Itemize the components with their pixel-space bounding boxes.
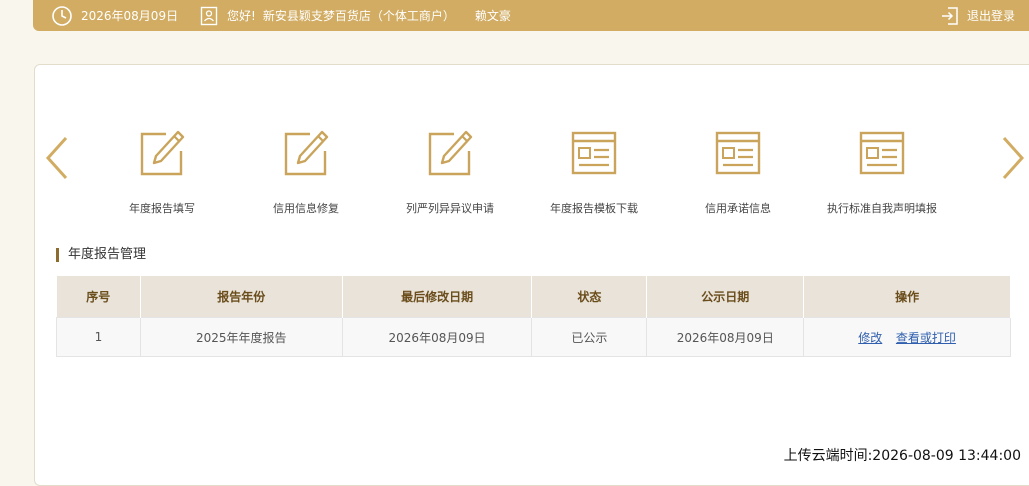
shortcut-template-download[interactable]: 年度报告模板下载 bbox=[519, 130, 669, 216]
shortcut-credit-repair[interactable]: 信用信息修复 bbox=[231, 130, 381, 216]
clock-icon bbox=[52, 5, 72, 26]
carousel-prev-button[interactable] bbox=[44, 135, 70, 181]
edit-link[interactable]: 修改 bbox=[858, 331, 882, 345]
user-info: 您好! 新安县颖支梦百货店（个体工商户） 赖文豪 bbox=[200, 0, 511, 31]
table-row: 1 2025年年度报告 2026年08月09日 已公示 2026年08月09日 … bbox=[56, 317, 1011, 357]
shortcut-objection-apply[interactable]: 列严列异异议申请 bbox=[375, 130, 525, 216]
cell-index: 1 bbox=[56, 317, 141, 357]
shortcut-standard-declaration[interactable]: 执行标准自我声明填报 bbox=[807, 130, 957, 216]
view-print-link[interactable]: 查看或打印 bbox=[896, 331, 956, 345]
cell-public-date: 2026年08月09日 bbox=[646, 317, 805, 357]
edit-icon bbox=[140, 130, 185, 176]
cell-status: 已公示 bbox=[531, 317, 648, 357]
shortcut-label: 列严列异异议申请 bbox=[406, 202, 494, 215]
shop-name: 新安县颖支梦百货店（个体工商户） bbox=[262, 9, 455, 23]
document-window-icon bbox=[859, 131, 905, 175]
column-header-actions: 操作 bbox=[803, 276, 1011, 318]
logout-button[interactable]: 退出登录 bbox=[940, 0, 1015, 31]
user-name: 赖文豪 bbox=[474, 9, 511, 23]
date-display: 2026年08月09日 bbox=[51, 0, 178, 31]
carousel-next-button[interactable] bbox=[1000, 135, 1026, 181]
column-header-modified: 最后修改日期 bbox=[342, 276, 533, 318]
shortcut-label: 年度报告填写 bbox=[129, 202, 195, 215]
logout-label: 退出登录 bbox=[967, 9, 1016, 23]
edit-icon bbox=[428, 130, 473, 176]
logout-icon bbox=[942, 6, 958, 25]
cell-modified: 2026年08月09日 bbox=[341, 317, 533, 357]
shortcut-credit-commitment[interactable]: 信用承诺信息 bbox=[663, 130, 813, 216]
cell-year: 2025年年度报告 bbox=[139, 317, 343, 357]
shortcut-label: 年度报告模板下载 bbox=[550, 202, 638, 215]
upload-time: 上传云端时间:2026-08-09 13:44:00 bbox=[783, 448, 1021, 464]
main-card bbox=[34, 64, 1029, 486]
document-window-icon bbox=[715, 131, 761, 175]
top-bar: 2026年08月09日 您好! 新安县颖支梦百货店（个体工商户） 赖文豪 退出登… bbox=[33, 0, 1029, 31]
shortcut-label: 信用信息修复 bbox=[273, 202, 339, 215]
shortcut-label: 信用承诺信息 bbox=[705, 202, 771, 215]
table-header-row: 序号 报告年份 最后修改日期 状态 公示日期 操作 bbox=[56, 276, 1011, 318]
edit-icon bbox=[284, 130, 329, 176]
annual-report-table: 序号 报告年份 最后修改日期 状态 公示日期 操作 1 2025年年度报告 20… bbox=[56, 276, 1011, 357]
shortcut-label: 执行标准自我声明填报 bbox=[827, 202, 937, 215]
column-header-index: 序号 bbox=[56, 276, 141, 318]
cell-actions: 修改 查看或打印 bbox=[803, 317, 1011, 357]
greeting: 您好! bbox=[227, 9, 256, 23]
user-card-icon bbox=[200, 6, 218, 25]
column-header-public-date: 公示日期 bbox=[646, 276, 805, 318]
section-title: 年度报告管理 bbox=[56, 248, 146, 262]
column-header-status: 状态 bbox=[531, 276, 648, 318]
document-window-icon bbox=[571, 131, 617, 175]
shortcut-annual-report-fill[interactable]: 年度报告填写 bbox=[87, 130, 237, 216]
date-text: 2026年08月09日 bbox=[81, 9, 179, 23]
column-header-year: 报告年份 bbox=[140, 276, 343, 318]
